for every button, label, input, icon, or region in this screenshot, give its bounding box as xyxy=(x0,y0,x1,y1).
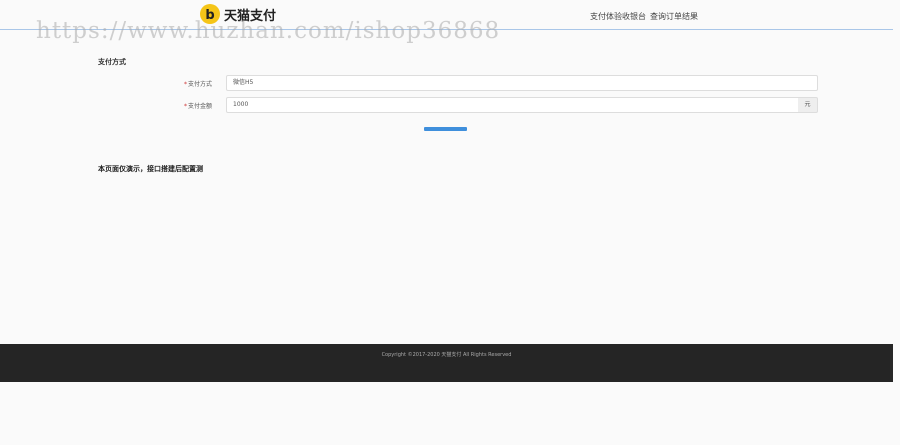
nav-link-order-query[interactable]: 查询订单结果 xyxy=(650,11,698,22)
top-header: b 天猫支付 支付体验收银台 查询订单结果 xyxy=(0,0,893,30)
nav-link-cashier[interactable]: 支付体验收银台 xyxy=(590,11,646,22)
brand-name: 天猫支付 xyxy=(224,8,277,24)
submit-button[interactable] xyxy=(424,127,467,131)
logo-glyph: b xyxy=(205,8,214,23)
footer: Copyright ©2017-2020 天猫支付 All Rights Res… xyxy=(0,344,893,382)
payment-amount-label-text: 支付金额 xyxy=(187,103,212,110)
section-title: 支付方式 xyxy=(98,58,126,66)
required-mark: * xyxy=(183,81,187,88)
header-nav: 支付体验收银台 查询订单结果 xyxy=(590,11,698,22)
payment-method-row: *支付方式 微信H5 xyxy=(0,75,900,91)
payment-method-label-text: 支付方式 xyxy=(187,81,212,88)
demo-notice: 本页面仅演示，接口搭建后配置测 xyxy=(98,165,203,173)
payment-amount-row: *支付金额 1000 元 xyxy=(0,97,900,113)
currency-addon: 元 xyxy=(798,97,818,113)
brand-logo[interactable]: b 天猫支付 xyxy=(200,4,276,24)
required-mark: * xyxy=(183,103,187,110)
payment-amount-input[interactable]: 1000 xyxy=(226,97,800,113)
copyright-text: Copyright ©2017-2020 天猫支付 All Rights Res… xyxy=(381,352,512,358)
payment-method-select[interactable]: 微信H5 xyxy=(226,75,818,91)
payment-amount-label: *支付金额 xyxy=(184,101,212,110)
payment-method-label: *支付方式 xyxy=(184,79,212,88)
logo-icon: b xyxy=(200,4,220,24)
